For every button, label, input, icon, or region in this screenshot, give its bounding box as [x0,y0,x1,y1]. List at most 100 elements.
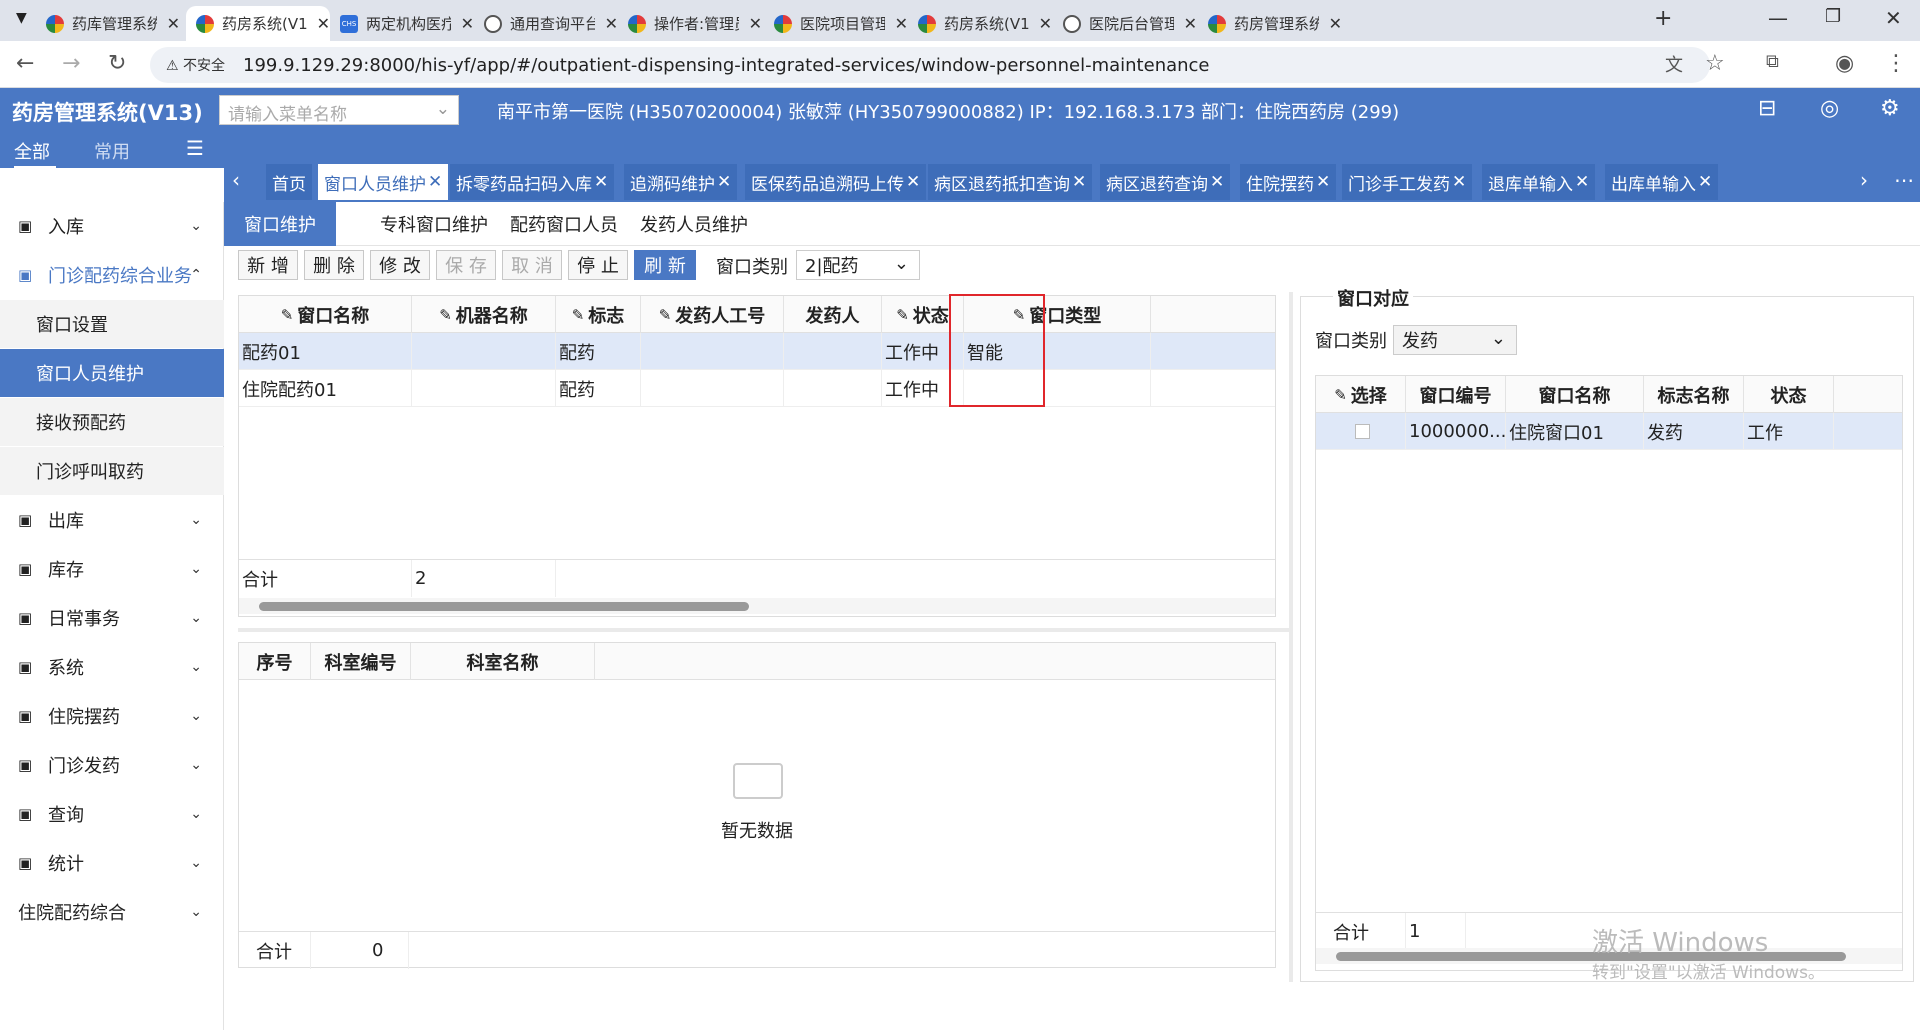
close-tab-icon[interactable]: ✕ [461,14,474,33]
close-tab-icon[interactable]: ✕ [1039,14,1052,33]
close-tab-icon[interactable]: ✕ [167,14,180,33]
close-tab-icon[interactable]: ✕ [1210,172,1224,192]
back-icon[interactable]: ← [16,51,34,76]
chevron-down-icon[interactable]: ⌄ [894,253,909,274]
close-tab-icon[interactable]: ✕ [594,172,608,192]
sidebar-item[interactable]: 住院配药综合 ⌄ [0,888,224,936]
close-tab-icon[interactable]: ✕ [1072,172,1086,192]
extensions-icon[interactable]: ⧉ [1766,51,1779,72]
horizontal-scrollbar[interactable] [239,598,1275,614]
close-tab-icon[interactable]: ✕ [906,172,920,192]
close-tab-icon[interactable]: ✕ [749,14,762,33]
column-header[interactable]: 序号 [239,643,311,680]
content-tab[interactable]: 窗口人员维护 ✕ [318,164,449,200]
notice-icon[interactable]: ⊟ [1758,96,1776,121]
column-header[interactable]: 发药人 [784,296,882,333]
sub-tab[interactable]: 窗口维护 [224,202,336,246]
close-tab-icon[interactable]: ✕ [1316,172,1330,192]
row-checkbox[interactable] [1354,424,1370,439]
sidebar-item[interactable]: 窗口人员维护 [0,349,224,397]
tab-all[interactable]: 全部 [14,138,50,164]
sidebar-item[interactable]: ▣ 门诊发药 ⌄ [0,741,224,789]
restore-icon[interactable]: ❐ [1825,6,1841,27]
column-header[interactable]: ✎ 标志 [556,296,641,333]
content-tab[interactable]: 拆零药品扫码入库 ✕ [450,164,615,200]
new-tab-icon[interactable]: + [1654,6,1672,31]
column-header[interactable]: 科室编号 [311,643,411,680]
sidebar-item[interactable]: 窗口设置 [0,300,224,348]
table-row[interactable]: 1000000... 住院窗口01 发药 工作 [1316,413,1902,450]
toolbar-button[interactable]: 刷 新 [634,250,696,280]
column-header[interactable]: ✎ 选择 [1316,376,1406,413]
close-tab-icon[interactable]: ✕ [717,172,731,192]
forward-icon[interactable]: → [62,51,80,76]
column-header[interactable]: 状态 [1744,376,1834,413]
sidebar-item[interactable]: ▣ 查询 ⌄ [0,790,224,838]
theme-icon[interactable]: ◎ [1820,96,1839,121]
panel-type-select[interactable]: 发药 ⌄ [1393,325,1517,355]
tabs-menu-icon[interactable]: ⋯ [1894,168,1914,192]
content-tab[interactable]: 住院摆药 ✕ [1240,164,1337,200]
bookmark-star-icon[interactable]: ☆ [1705,51,1725,76]
tab-frequent[interactable]: 常用 [94,138,130,164]
menu-search-input[interactable]: 请输入菜单名称 ⌄ [219,95,459,125]
browser-tab[interactable]: 医院后台管理 ✕ [1053,6,1197,41]
translate-icon[interactable]: 文 [1665,51,1683,77]
close-tab-icon[interactable]: ✕ [605,14,618,33]
sidebar-item[interactable]: ▣ 统计 ⌄ [0,839,224,887]
table-row[interactable]: 配药01 配药 工作中 智能 [239,333,1275,370]
scrollbar-thumb[interactable] [259,602,749,611]
toolbar-button[interactable]: 停 止 [568,250,628,280]
close-tab-icon[interactable]: ✕ [1329,14,1342,33]
tabs-scroll-right-icon[interactable]: › [1860,168,1868,192]
close-tab-icon[interactable]: ✕ [317,14,330,33]
sub-tab[interactable]: 专科窗口维护 [360,202,508,246]
close-tab-icon[interactable]: ✕ [1575,172,1589,192]
column-header[interactable]: ✎ 窗口名称 [239,296,412,333]
url-text[interactable]: 199.9.129.29:8000/his-yf/app/#/outpatien… [243,55,1210,76]
chevron-down-icon[interactable]: ⌄ [1491,328,1506,349]
browser-menu-icon[interactable]: ⋮ [1885,51,1907,76]
table-row[interactable]: 住院配药01 配药 工作中 [239,370,1275,407]
browser-tab[interactable]: 操作者:管理员 ✕ [618,6,762,41]
omnibox[interactable]: ⚠ 不安全 199.9.129.29:8000/his-yf/app/#/out… [150,47,1710,83]
tab-list-dropdown-icon[interactable]: ▼ [16,10,27,26]
column-header[interactable]: ✎ 发药人工号 [641,296,784,333]
sidebar-item[interactable]: ▣ 日常事务 ⌄ [0,594,224,642]
browser-tab[interactable]: 药房系统(V13) ✕ [186,6,330,41]
toolbar-button[interactable]: 修 改 [370,250,430,280]
security-indicator[interactable]: ⚠ 不安全 [166,55,225,75]
sidebar-item[interactable]: ▣ 库存 ⌄ [0,545,224,593]
window-type-select[interactable]: 2|配药 ⌄ [796,250,920,280]
close-tab-icon[interactable]: ✕ [895,14,908,33]
close-tab-icon[interactable]: ✕ [1184,14,1197,33]
content-tab[interactable]: 出库单输入 ✕ [1605,164,1719,200]
collapse-menu-icon[interactable]: ☰ [186,136,204,160]
content-tab[interactable]: 门诊手工发药 ✕ [1342,164,1473,200]
content-tab[interactable]: 病区退药查询 ✕ [1100,164,1231,200]
sub-tab[interactable]: 发药人员维护 [620,202,768,246]
tabs-scroll-left-icon[interactable]: ‹ [232,168,240,192]
column-header[interactable]: 科室名称 [411,643,595,680]
close-tab-icon[interactable]: ✕ [1698,172,1712,192]
content-tab[interactable]: 退库单输入 ✕ [1482,164,1596,200]
reload-icon[interactable]: ↻ [108,51,126,76]
browser-tab[interactable]: 药库管理系统 ✕ [36,6,180,41]
browser-tab[interactable]: 医院项目管理 ✕ [764,6,908,41]
chevron-down-icon[interactable]: ⌄ [436,99,450,119]
profile-icon[interactable]: ◉ [1835,51,1854,76]
sub-tab[interactable]: 配药窗口人员 [490,202,638,246]
content-tab[interactable]: 病区退药抵扣查询 ✕ [928,164,1093,200]
minimize-icon[interactable]: — [1768,6,1788,30]
content-tab[interactable]: 追溯码维护 ✕ [624,164,738,200]
column-header[interactable]: ✎ 机器名称 [412,296,556,333]
sidebar-item[interactable]: ▣ 出库 ⌄ [0,496,224,544]
browser-tab[interactable]: 通用查询平台 ✕ [474,6,618,41]
close-tab-icon[interactable]: ✕ [428,172,442,192]
sidebar-item[interactable]: 接收预配药 [0,398,224,446]
column-header[interactable]: 窗口名称 [1506,376,1644,413]
toolbar-button[interactable]: 新 增 [238,250,298,280]
browser-tab[interactable]: 药房系统(V13) ✕ [908,6,1052,41]
sidebar-item[interactable]: 门诊呼叫取药 [0,447,224,495]
column-header[interactable]: 窗口编号 [1406,376,1506,413]
